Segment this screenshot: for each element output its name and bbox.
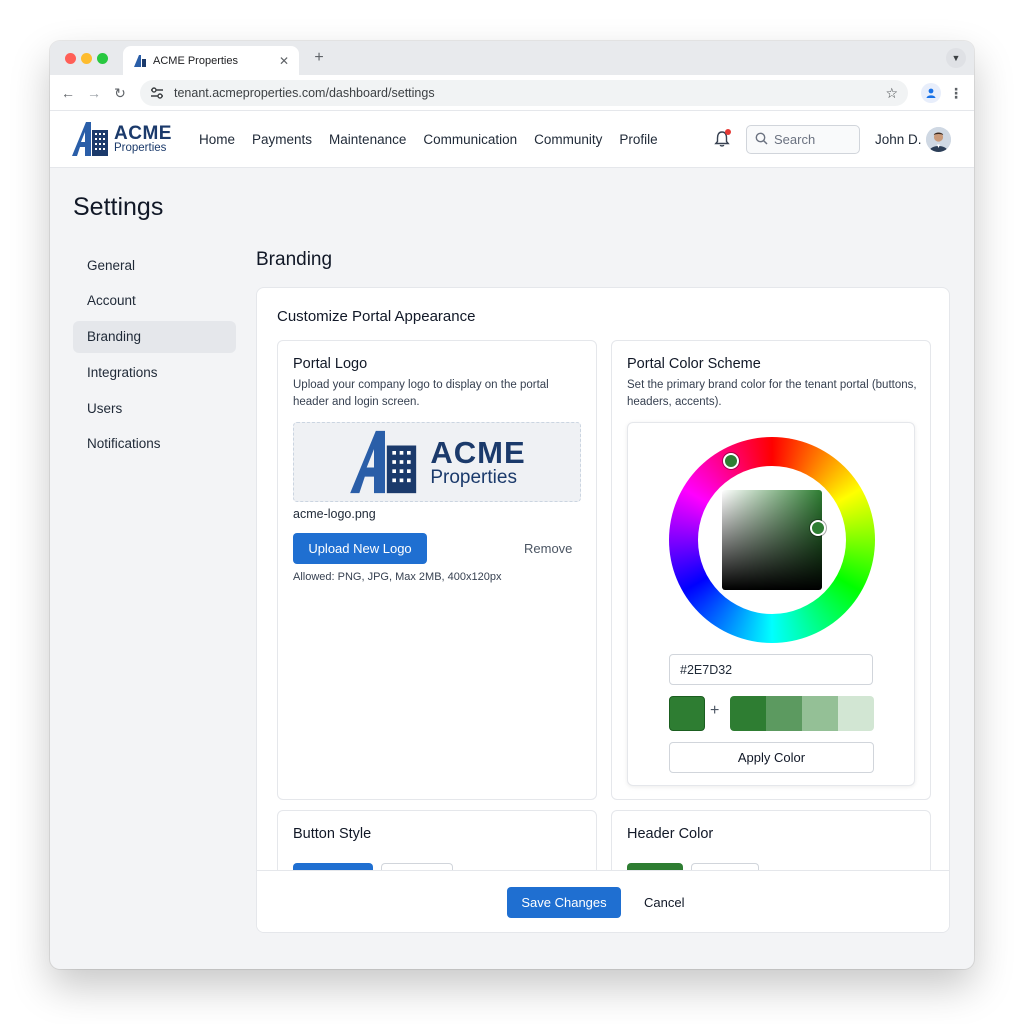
hue-handle[interactable]	[723, 453, 739, 469]
portal-logo-card: Portal Logo Upload your company logo to …	[277, 340, 597, 800]
forward-arrow-icon[interactable]: →	[84, 83, 104, 103]
cancel-button[interactable]: Cancel	[644, 895, 684, 910]
brand-tagline: Properties	[114, 141, 167, 154]
logo-preview-tagline: Properties	[430, 467, 517, 488]
remove-logo-link[interactable]: Remove	[524, 541, 572, 556]
plus-icon: +	[710, 702, 720, 719]
shade-swatch[interactable]	[730, 696, 766, 731]
nav-profile[interactable]: Profile	[619, 132, 657, 147]
address-bar[interactable]: tenant.acmeproperties.com/dashboard/sett…	[140, 80, 908, 106]
logo-preview-name: ACME	[430, 435, 526, 470]
shade-swatch[interactable]	[802, 696, 838, 731]
nav-community[interactable]: Community	[534, 132, 602, 147]
upload-logo-button[interactable]: Upload New Logo	[293, 533, 427, 564]
acme-favicon-icon	[133, 54, 147, 68]
hex-input[interactable]	[669, 654, 873, 685]
apply-color-button[interactable]: Apply Color	[669, 742, 874, 773]
reload-icon[interactable]: ↻	[110, 83, 130, 103]
tab-title: ACME Properties	[153, 54, 238, 67]
new-tab-button[interactable]: +	[308, 47, 330, 69]
browser-tab[interactable]: ACME Properties ✕	[123, 46, 299, 75]
user-avatar[interactable]	[926, 127, 951, 152]
search-icon	[755, 132, 768, 148]
settings-sidebar: General Account Branding Integrations Us…	[73, 249, 236, 464]
user-name[interactable]: John D.	[875, 132, 922, 147]
site-info-icon[interactable]	[150, 87, 164, 99]
url-text: tenant.acmeproperties.com/dashboard/sett…	[174, 86, 435, 100]
color-picker: + Apply Color	[627, 422, 915, 786]
nav-communication[interactable]: Communication	[423, 132, 517, 147]
hue-ring[interactable]	[669, 437, 875, 643]
notification-bell-icon[interactable]	[713, 129, 731, 148]
button-style-title: Button Style	[293, 826, 372, 842]
sidebar-item-notifications[interactable]: Notifications	[73, 428, 236, 460]
close-tab-icon[interactable]: ✕	[279, 54, 289, 68]
search-input[interactable]	[774, 132, 854, 147]
tab-search-chevron-icon[interactable]: ▼	[946, 48, 966, 68]
brand-logo[interactable]: ACME Properties	[72, 121, 172, 157]
color-scheme-description: Set the primary brand color for the tena…	[627, 379, 917, 408]
portal-logo-title: Portal Logo	[293, 356, 368, 372]
color-scheme-title: Portal Color Scheme	[627, 356, 761, 372]
bookmark-star-icon[interactable]: ☆	[885, 85, 898, 102]
sidebar-item-general[interactable]: General	[73, 249, 236, 281]
page-title: Settings	[73, 193, 164, 221]
shade-swatch[interactable]	[838, 696, 874, 731]
browser-window: ACME Properties ✕ + ▼ ← → ↻ tenant.acmep…	[50, 41, 974, 969]
search-box[interactable]	[746, 125, 860, 154]
browser-toolbar: ← → ↻ tenant.acmeproperties.com/dashboar…	[50, 75, 974, 111]
minimize-window-button[interactable]	[81, 53, 92, 64]
shade-swatch[interactable]	[766, 696, 802, 731]
app-header: ACME Properties Home Payments Maintenanc…	[50, 111, 974, 168]
selected-color-swatch[interactable]	[669, 696, 705, 731]
panel-title: Customize Portal Appearance	[277, 308, 476, 325]
browser-menu-icon[interactable]: ⋮	[949, 83, 963, 103]
main-nav: Home Payments Maintenance Communication …	[199, 111, 675, 168]
sidebar-item-account[interactable]: Account	[73, 285, 236, 317]
color-shades	[730, 696, 874, 731]
brand-name: ACME	[114, 122, 172, 144]
notification-dot	[725, 129, 731, 135]
section-title: Branding	[256, 249, 333, 270]
sidebar-item-users[interactable]: Users	[73, 392, 236, 424]
nav-payments[interactable]: Payments	[252, 132, 312, 147]
action-footer: Save Changes Cancel	[257, 870, 949, 932]
sidebar-item-integrations[interactable]: Integrations	[73, 356, 236, 388]
nav-home[interactable]: Home	[199, 132, 235, 147]
portal-logo-description: Upload your company logo to display on t…	[293, 379, 549, 408]
saturation-value-square[interactable]	[722, 490, 822, 590]
back-arrow-icon[interactable]: ←	[58, 83, 78, 103]
maximize-window-button[interactable]	[97, 53, 108, 64]
save-changes-button[interactable]: Save Changes	[507, 887, 621, 918]
branding-panel: Customize Portal Appearance Portal Logo …	[256, 287, 950, 933]
upload-hint: Allowed: PNG, JPG, Max 2MB, 400x120px	[293, 571, 502, 583]
browser-profile-icon[interactable]	[921, 83, 941, 103]
logo-preview[interactable]: ACME Properties	[293, 422, 581, 502]
nav-maintenance[interactable]: Maintenance	[329, 132, 406, 147]
close-window-button[interactable]	[65, 53, 76, 64]
logo-filename: acme-logo.png	[293, 507, 376, 521]
building-logo-icon	[72, 122, 108, 156]
saturation-handle[interactable]	[810, 520, 826, 536]
color-scheme-card: Portal Color Scheme Set the primary bran…	[611, 340, 931, 800]
header-color-title: Header Color	[627, 826, 714, 842]
tab-strip: ACME Properties ✕ + ▼	[50, 41, 974, 75]
building-logo-icon	[350, 430, 417, 494]
sidebar-item-branding[interactable]: Branding	[73, 320, 236, 353]
